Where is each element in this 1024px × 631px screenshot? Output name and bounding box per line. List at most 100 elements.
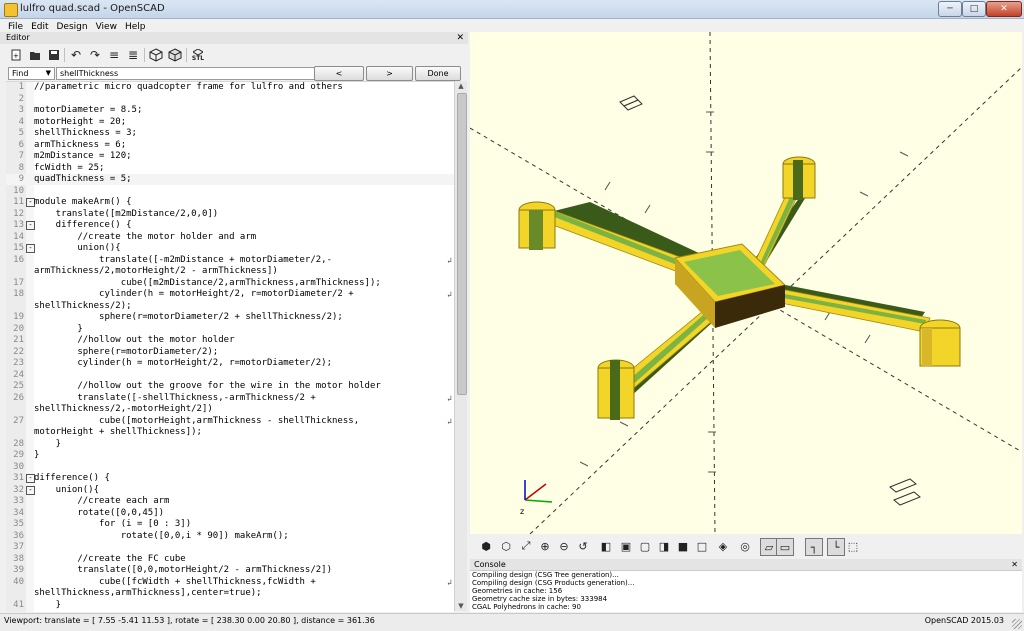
reset-view-icon[interactable]: ↺	[575, 538, 591, 554]
code-line[interactable]: 14 //create the motor holder and arm	[6, 232, 454, 243]
scrollbar-thumb[interactable]	[457, 93, 467, 395]
code-line[interactable]: 10	[6, 186, 454, 197]
view-all-icon[interactable]: ⤢	[518, 538, 534, 554]
editor-close-icon[interactable]: ✕	[456, 32, 464, 44]
code-line[interactable]: 13- difference() {	[6, 220, 454, 231]
code-line[interactable]: 37	[6, 542, 454, 553]
undo-icon[interactable]: ↶	[68, 47, 84, 63]
code-line[interactable]: 8 fcWidth = 25;	[6, 163, 454, 174]
line-number: 15	[13, 243, 24, 253]
code-line[interactable]: 17 cube([m2mDistance/2,armThickness,armT…	[6, 278, 454, 289]
code-line[interactable]: 22 sphere(r=motorDiameter/2);	[6, 347, 454, 358]
code-line[interactable]: shellThickness/2,-motorHeight/2])	[6, 404, 454, 415]
code-text: translate([m2mDistance/2,0,0])	[34, 208, 219, 219]
code-line[interactable]: 41 }	[6, 600, 454, 611]
code-line[interactable]: 16 translate([-m2mDistance + motorDiamet…	[6, 255, 454, 266]
open-file-icon[interactable]	[27, 47, 43, 63]
code-line[interactable]: 25 //hollow out the groove for the wire …	[6, 381, 454, 392]
find-done-button[interactable]: Done	[415, 66, 461, 81]
code-line[interactable]: 2	[6, 94, 454, 105]
code-line[interactable]: 26 translate([-shellThickness,-armThickn…	[6, 393, 454, 404]
close-button[interactable]: ✕	[986, 1, 1022, 17]
code-line[interactable]: shellThickness/2);	[6, 301, 454, 312]
resize-grip-icon[interactable]	[1012, 619, 1022, 629]
code-line[interactable]: shellThickness,armThickness],center=true…	[6, 588, 454, 599]
find-mode-value: Find	[12, 69, 29, 78]
code-line[interactable]: 19 sphere(r=motorDiameter/2 + shellThick…	[6, 312, 454, 323]
find-input[interactable]: shellThickness	[56, 67, 316, 80]
find-next-button[interactable]: >	[366, 66, 413, 81]
code-line[interactable]: 23 cylinder(h = motorHeight/2, r=motorDi…	[6, 358, 454, 369]
code-line[interactable]: 28 }	[6, 439, 454, 450]
code-line[interactable]: 5 shellThickness = 3;	[6, 128, 454, 139]
code-line[interactable]: 21 //hollow out the motor holder	[6, 335, 454, 346]
console-close-icon[interactable]: ✕	[1011, 559, 1018, 570]
view-center-icon[interactable]: ◎	[737, 538, 753, 554]
line-number: 27	[13, 415, 24, 426]
code-line[interactable]: 38 //create the FC cube	[6, 554, 454, 565]
orthogonal-icon[interactable]: ▭	[776, 538, 794, 556]
view-left-icon[interactable]: ◨	[656, 538, 672, 554]
preview-icon[interactable]: ⬡	[498, 538, 514, 554]
view-bottom-icon[interactable]: ▢	[637, 538, 653, 554]
scroll-up-icon[interactable]: ▲	[455, 81, 467, 91]
render-icon[interactable]	[167, 47, 183, 63]
code-line[interactable]: 35 for (i = [0 : 3])	[6, 519, 454, 530]
find-prev-button[interactable]: <	[314, 66, 364, 81]
scroll-down-icon[interactable]: ▼	[455, 601, 467, 611]
new-file-icon[interactable]: +	[8, 47, 24, 63]
code-line[interactable]: 15- union(){	[6, 243, 454, 254]
code-line[interactable]: 4 motorHeight = 20;	[6, 117, 454, 128]
view-diagonal-icon[interactable]: ◈	[715, 538, 731, 554]
code-line[interactable]: motorHeight + shellThickness]);	[6, 427, 454, 438]
code-line[interactable]: 30	[6, 462, 454, 473]
code-line[interactable]: 20 }	[6, 324, 454, 335]
preview-icon[interactable]	[148, 47, 164, 63]
code-line[interactable]: armThickness/2,motorHeight/2 - armThickn…	[6, 266, 454, 277]
code-editor[interactable]: 1 //parametric micro quadcopter frame for…	[6, 81, 454, 612]
code-line[interactable]: 9 quadThickness = 5;	[6, 174, 454, 185]
line-number: 29	[13, 450, 24, 460]
find-mode-select[interactable]: Find ▼	[8, 67, 55, 80]
line-number: 31	[13, 473, 24, 483]
zoom-in-icon[interactable]: ⊕	[537, 538, 553, 554]
show-scale-icon[interactable]: └	[827, 538, 845, 556]
code-line[interactable]: 27 cube([motorHeight,armThickness - shel…	[6, 416, 454, 427]
code-line[interactable]: 6 armThickness = 6;	[6, 140, 454, 151]
code-line[interactable]: 11- module makeArm() {	[6, 197, 454, 208]
code-line[interactable]: 3 motorDiameter = 8.5;	[6, 105, 454, 116]
zoom-out-icon[interactable]: ⊖	[556, 538, 572, 554]
render-icon[interactable]: ⬢	[478, 538, 494, 554]
indent-icon[interactable]: ≣	[125, 47, 141, 63]
view-front-icon[interactable]: ■	[675, 538, 691, 554]
code-line[interactable]: 1 //parametric micro quadcopter frame for…	[6, 82, 454, 93]
show-axes-icon[interactable]: ┐	[805, 538, 823, 556]
code-line[interactable]: 34 rotate([0,0,45])	[6, 508, 454, 519]
save-icon[interactable]	[46, 47, 62, 63]
redo-icon[interactable]: ↷	[87, 47, 103, 63]
code-line[interactable]: 39 translate([0,0,motorHeight/2 - armThi…	[6, 565, 454, 576]
show-edges-icon[interactable]: ⬚	[845, 538, 861, 554]
code-line[interactable]: 33 //create each arm	[6, 496, 454, 507]
code-line[interactable]: 12 translate([m2mDistance/2,0,0])	[6, 209, 454, 220]
code-line[interactable]: 31- difference() {	[6, 473, 454, 484]
code-line[interactable]: 18 cylinder(h = motorHeight/2, r=motorDi…	[6, 289, 454, 300]
export-stl-icon[interactable]: STL	[190, 47, 206, 63]
code-line[interactable]: 24	[6, 370, 454, 381]
version-label: OpenSCAD 2015.03	[924, 616, 1004, 625]
view-right-icon[interactable]: ◧	[598, 538, 614, 554]
view-top-icon[interactable]: ▣	[618, 538, 634, 554]
view-back-icon[interactable]: □	[694, 538, 710, 554]
code-line[interactable]: 36 rotate([0,0,i * 90]) makeArm();	[6, 531, 454, 542]
line-number: 30	[13, 461, 24, 472]
minimize-button[interactable]: ─	[938, 1, 962, 17]
code-line[interactable]: 29}	[6, 450, 454, 461]
3d-viewport[interactable]: z	[470, 32, 1022, 534]
code-line[interactable]: 32- union(){	[6, 485, 454, 496]
code-line[interactable]: 7 m2mDistance = 120;	[6, 151, 454, 162]
code-line[interactable]: 40 cube([fcWidth + shellThickness,fcWidt…	[6, 577, 454, 588]
menu-bar: File Edit Design View Help	[0, 19, 1024, 32]
unindent-icon[interactable]: ≡	[106, 47, 122, 63]
maximize-button[interactable]: □	[962, 1, 986, 17]
editor-scrollbar[interactable]: ▲ ▼	[454, 81, 467, 611]
